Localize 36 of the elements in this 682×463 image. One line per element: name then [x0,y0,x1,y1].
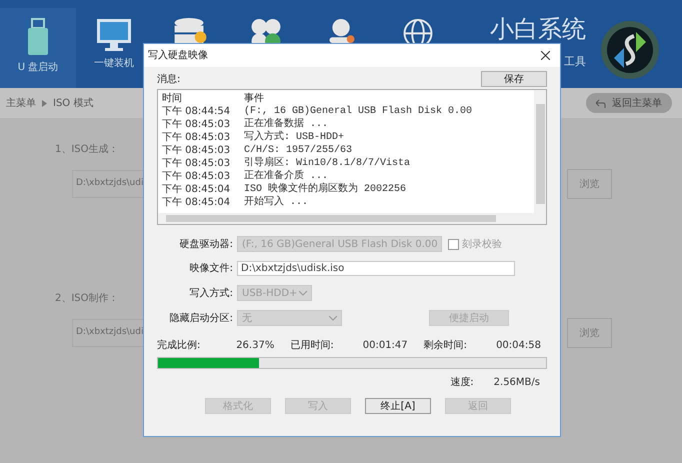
stat-value: 00:01:47 [362,339,408,353]
field-label: 隐藏启动分区: [168,312,234,326]
stat-label: 完成比例: [157,338,200,353]
log-time: 下午 08:45:03 [162,118,232,131]
log-event: 写入方式: USB-HDD+ [244,131,344,144]
log-event: C/H/S: 1957/255/63 [244,144,352,156]
log-time: 下午 08:45:03 [162,131,232,144]
nav-label: 一键装机 [94,56,134,71]
log-event: 正在准备数据 ... [244,118,328,130]
log-event: ISO 映像文件的扇区数为 2002256 [244,183,406,196]
stat-label: 剩余时间: [424,338,468,353]
log-time: 下午 08:45:03 [162,144,232,157]
field-label: 映像文件: [188,262,234,276]
field-label: 写入方式: [188,286,234,300]
field-label: 硬盘驱动器: [178,238,234,252]
log-time: 下午 08:45:04 [162,196,232,209]
log-time: 下午 08:45:04 [162,183,232,196]
brand-subtitle: 工具 [564,54,586,70]
section-label: 1、ISO生成： [55,142,119,157]
speed-label: 速度: [450,376,474,390]
log-event: 引导扇区: Win10/8.1/8/7/Vista [244,157,410,170]
section-label: 2、ISO制作： [55,292,119,306]
message-label: 消息: [157,72,180,86]
log-event: (F:, 16 GB)General USB Flash Disk 0.00 [244,105,472,118]
nav-label: U 盘启动 [18,60,58,75]
log-time: 下午 08:45:03 [162,170,232,183]
dialog-title: 写入硬盘映像 [148,48,208,63]
log-event: 开始写入 ... [244,196,308,209]
log-time: 下午 08:44:54 [162,105,232,118]
stat-value: 26.37% [236,339,274,353]
stat-label: 已用时间: [290,338,334,353]
stat-value: 00:04:58 [496,339,541,353]
log-time: 下午 08:45:03 [162,157,232,170]
brand-title: 小白系统 [490,16,586,42]
log-event: 正在准备介质 ... [244,170,328,182]
speed-value: 2.56MB/s [494,376,540,390]
